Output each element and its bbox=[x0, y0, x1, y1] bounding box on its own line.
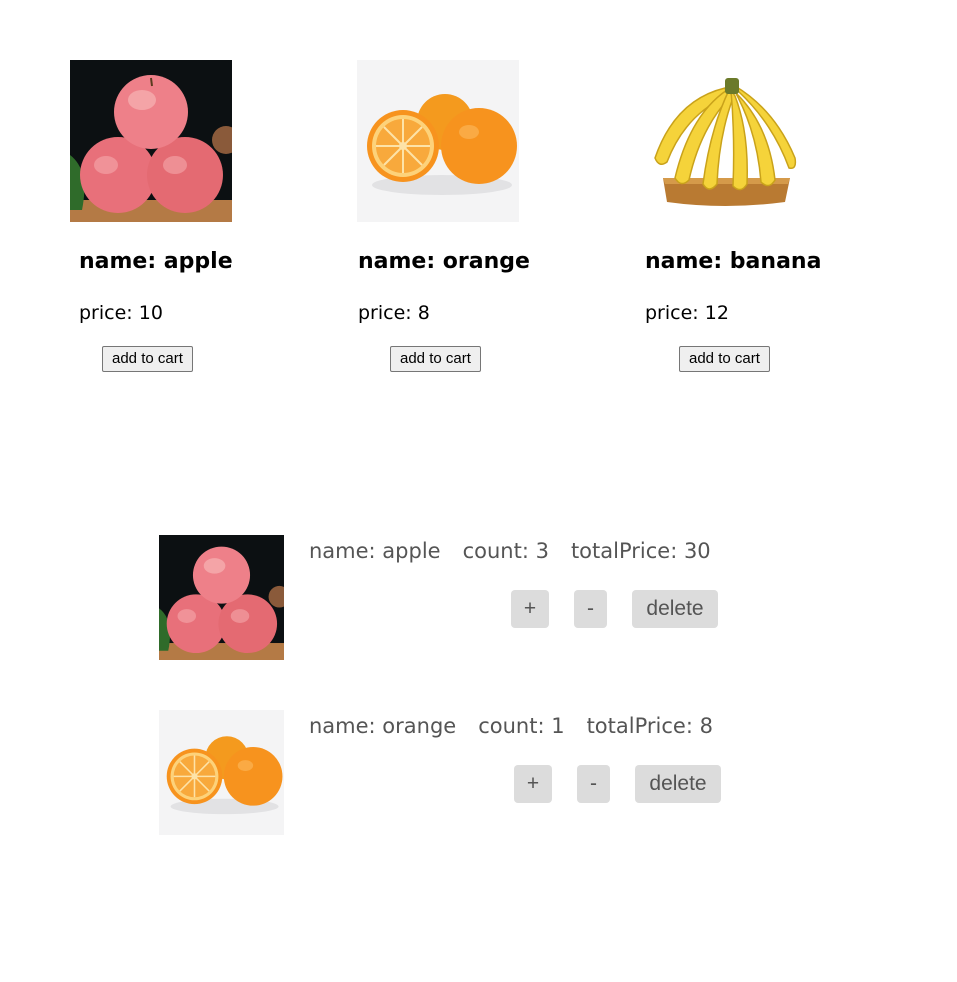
cart-item-apple: name: apple count: 3 totalPrice: 30 + - de… bbox=[159, 535, 759, 661]
product-price: price: 12 bbox=[645, 302, 729, 324]
add-to-cart-button-orange[interactable]: add to cart bbox=[390, 346, 481, 372]
product-name: name: apple bbox=[79, 249, 233, 274]
increase-button[interactable]: + bbox=[511, 590, 549, 628]
decrease-button[interactable]: - bbox=[577, 765, 610, 803]
apple-image bbox=[159, 535, 284, 660]
decrease-button[interactable]: - bbox=[574, 590, 607, 628]
delete-button[interactable]: delete bbox=[632, 590, 718, 628]
add-to-cart-button-apple[interactable]: add to cart bbox=[102, 346, 193, 372]
product-name: name: orange bbox=[358, 249, 530, 274]
cart-item-total-price: totalPrice: 8 bbox=[586, 714, 713, 738]
cart-item-orange: name: orange count: 1 totalPrice: 8 + - de… bbox=[159, 710, 759, 836]
cart-item-total-price: totalPrice: 30 bbox=[570, 539, 711, 563]
delete-button[interactable]: delete bbox=[635, 765, 721, 803]
cart-item-info: name: orange count: 1 totalPrice: 8 bbox=[309, 712, 713, 740]
product-name: name: banana bbox=[645, 249, 822, 274]
product-price: price: 10 bbox=[79, 302, 163, 324]
cart-item-name: name: apple bbox=[309, 539, 441, 563]
cart-item-count: count: 1 bbox=[478, 714, 565, 738]
product-price: price: 8 bbox=[358, 302, 430, 324]
apple-image bbox=[70, 60, 232, 222]
cart-item-info: name: apple count: 3 totalPrice: 30 bbox=[309, 537, 711, 565]
add-to-cart-button-banana[interactable]: add to cart bbox=[679, 346, 770, 372]
orange-image bbox=[357, 60, 519, 222]
cart-item-count: count: 3 bbox=[462, 539, 549, 563]
orange-image bbox=[159, 710, 284, 835]
cart-item-name: name: orange bbox=[309, 714, 457, 738]
banana-image bbox=[645, 60, 807, 222]
increase-button[interactable]: + bbox=[514, 765, 552, 803]
